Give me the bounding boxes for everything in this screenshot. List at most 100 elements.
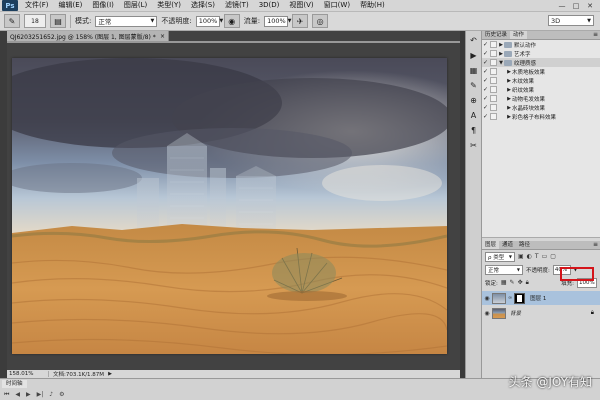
menu-window[interactable]: 窗口(W) [319, 0, 355, 11]
menu-help[interactable]: 帮助(H) [355, 0, 390, 11]
action-row[interactable]: ✓ ▶ 动物毛发效果 [482, 94, 600, 103]
lock-transparent-icon[interactable]: ▦ [501, 279, 507, 286]
settings-icon[interactable]: ⚙ [59, 391, 64, 399]
image-canvas[interactable] [12, 58, 447, 354]
mode-select[interactable]: 正常 ▼ [95, 15, 158, 27]
check-icon[interactable]: ✓ [482, 113, 489, 120]
brush-panel-icon[interactable]: ▤ [50, 14, 66, 28]
opacity-highlight-box [560, 267, 594, 281]
action-row[interactable]: ✓ ▶ 木质地板效果 [482, 67, 600, 76]
smart-object-filter-icon[interactable]: ▢ [550, 253, 556, 260]
lock-pixels-icon[interactable]: ✎ [510, 279, 515, 286]
check-icon[interactable]: ✓ [482, 95, 489, 102]
tool-presets-icon[interactable]: ✂ [467, 139, 480, 151]
character-icon[interactable]: A [467, 109, 480, 121]
history-icon[interactable]: ↶ [467, 34, 480, 46]
blend-mode-select[interactable]: 正常 ▼ [485, 264, 523, 275]
menu-view[interactable]: 视图(V) [284, 0, 318, 11]
menu-type[interactable]: 类型(Y) [152, 0, 186, 11]
opacity-input[interactable]: 100% ▼ [195, 15, 223, 27]
zoom-level[interactable]: 158.01% [9, 371, 49, 377]
brush-icon[interactable]: ✎ [467, 79, 480, 91]
action-row[interactable]: ✓ ▶ 织纹效果 [482, 85, 600, 94]
action-set-row[interactable]: ✓ ▼ 纹理质感 [482, 58, 600, 67]
type-filter-icon[interactable]: T [535, 253, 539, 260]
dialog-toggle[interactable] [490, 104, 497, 111]
shape-filter-icon[interactable]: ▭ [542, 253, 548, 260]
menu-image[interactable]: 图像(I) [87, 0, 119, 11]
properties-icon[interactable]: ▦ [467, 64, 480, 76]
tab-history[interactable]: 历史记录 [482, 31, 510, 39]
menu-layer[interactable]: 图层(L) [119, 0, 152, 11]
action-row[interactable]: ✓ ▶ 彩色格子布料效果 [482, 112, 600, 121]
eye-icon[interactable]: ◉ [482, 295, 492, 302]
maximize-button[interactable]: □ [570, 1, 582, 10]
dialog-toggle[interactable] [490, 113, 497, 120]
close-icon[interactable]: × [160, 33, 165, 40]
panel-menu-icon[interactable]: ≡ [593, 31, 600, 39]
dialog-toggle[interactable] [490, 68, 497, 75]
action-row[interactable]: ✓ ▶ 木纹效果 [482, 76, 600, 85]
tools-panel [0, 31, 7, 378]
close-window-button[interactable]: ✕ [584, 1, 596, 10]
lock-all-icon[interactable]: 🔒︎ [526, 279, 529, 287]
action-set-row[interactable]: ✓ ▶ 艺术字 [482, 49, 600, 58]
right-panel: 历史记录 动作 ≡ ✓ ▶ 默认动作 ✓ ▶ 艺术字 ✓ ▼ 纹理质感 ✓ ▶ 木质地板效果 ✓… [482, 31, 600, 378]
tab-actions[interactable]: 动作 [510, 31, 528, 39]
menu-edit[interactable]: 编辑(E) [54, 0, 88, 11]
menu-3d[interactable]: 3D(D) [254, 0, 285, 11]
action-label: 艺术字 [514, 51, 531, 58]
next-frame-icon[interactable]: ▶| [37, 391, 44, 399]
brush-tool-icon[interactable]: ✎ [4, 14, 20, 28]
layer-mask-thumbnail[interactable] [514, 292, 526, 304]
menu-file[interactable]: 文件(F) [20, 0, 54, 11]
layer-row[interactable]: ◉ ∞ 图层 1 [482, 291, 600, 305]
check-icon[interactable]: ✓ [482, 86, 489, 93]
check-icon[interactable]: ✓ [482, 50, 489, 57]
tab-channels[interactable]: 通道 [499, 241, 516, 249]
play-icon[interactable]: ▶ [26, 391, 31, 399]
lock-position-icon[interactable]: ✥ [518, 279, 523, 286]
paragraph-icon[interactable]: ¶ [467, 124, 480, 136]
document-size-info: 文档:703.1K/1.87M [53, 372, 105, 378]
first-frame-icon[interactable]: ⏮ [4, 391, 9, 399]
tab-layers[interactable]: 图层 [482, 241, 500, 249]
dialog-toggle[interactable] [490, 77, 497, 84]
flow-input[interactable]: 100% ▼ [264, 15, 292, 27]
tab-timeline[interactable]: 时间轴 [2, 380, 27, 388]
pressure-opacity-icon[interactable]: ◉ [223, 14, 240, 28]
previous-frame-icon[interactable]: ◀ [15, 391, 20, 399]
pressure-size-icon[interactable]: ◎ [312, 14, 329, 28]
panel-menu-icon[interactable]: ≡ [593, 241, 600, 249]
actions-icon[interactable]: ▶ [467, 49, 480, 61]
layer-kind-filter[interactable]: ρ 类型 ▼ [485, 251, 515, 262]
dialog-toggle[interactable] [490, 95, 497, 102]
check-icon[interactable]: ✓ [482, 41, 489, 48]
workspace-select[interactable]: 3D ▼ [548, 15, 594, 26]
check-icon[interactable]: ✓ [482, 104, 489, 111]
audio-icon[interactable]: ♪ [49, 391, 53, 399]
action-set-row[interactable]: ✓ ▶ 默认动作 [482, 40, 600, 49]
dialog-toggle[interactable] [490, 86, 497, 93]
menu-select[interactable]: 选择(S) [186, 0, 220, 11]
dialog-toggle[interactable] [490, 59, 497, 66]
action-row[interactable]: ✓ ▶ 水晶砖块效果 [482, 103, 600, 112]
airbrush-icon[interactable]: ✈ [292, 14, 309, 28]
dialog-toggle[interactable] [490, 50, 497, 57]
eye-icon[interactable]: ◉ [482, 310, 492, 317]
clone-source-icon[interactable]: ⊕ [467, 94, 480, 106]
chevron-right-icon[interactable]: ▶ [108, 371, 112, 377]
check-icon[interactable]: ✓ [482, 59, 489, 66]
layer-row[interactable]: ◉ 背景 🔒︎ [482, 306, 600, 320]
brush-size-picker[interactable]: 18 [24, 14, 46, 28]
minimize-button[interactable]: — [556, 1, 568, 10]
check-icon[interactable]: ✓ [482, 68, 489, 75]
check-icon[interactable]: ✓ [482, 77, 489, 84]
adjustment-filter-icon[interactable]: ◐ [527, 253, 532, 260]
pixel-filter-icon[interactable]: ▣ [518, 253, 524, 260]
menu-filter[interactable]: 滤镜(T) [220, 0, 254, 11]
link-icon[interactable]: ∞ [508, 295, 512, 301]
tab-paths[interactable]: 路径 [516, 241, 533, 249]
document-tab[interactable]: QJ6203251652.jpg @ 158% (图层 1, 图层蒙版/8) *… [7, 31, 169, 41]
dialog-toggle[interactable] [490, 41, 497, 48]
